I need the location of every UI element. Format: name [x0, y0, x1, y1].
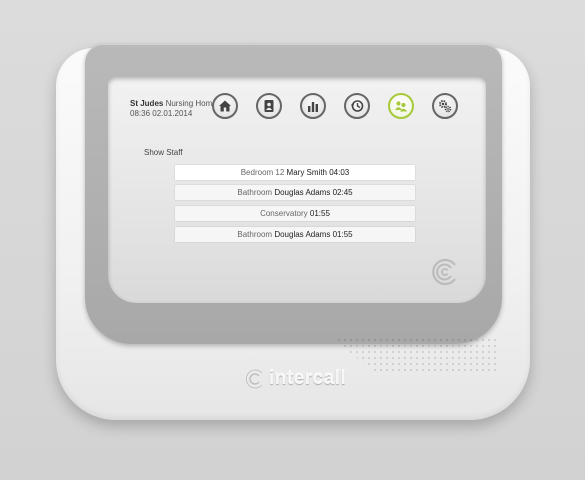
contacts-book-icon — [264, 100, 274, 112]
home-suffix: Nursing Home — [165, 99, 217, 108]
history-button[interactable] — [344, 93, 370, 119]
staff-row[interactable]: Conservatory 01:55 — [175, 206, 415, 221]
staff-row[interactable]: Bathroom Douglas Adams 01:55 — [175, 227, 415, 242]
settings-gears-icon — [439, 100, 452, 113]
reports-button[interactable] — [300, 93, 326, 119]
staff-row-time: 02:45 — [332, 188, 353, 197]
home-icon — [219, 100, 231, 112]
staff-group-icon — [395, 101, 407, 112]
intercall-logo-icon — [432, 258, 456, 286]
touch-screen: St Judes Nursing Home 08:36 02.01.2014 S… — [108, 77, 486, 303]
brand-logo: intercall — [244, 368, 346, 390]
show-staff-heading: Show Staff — [144, 148, 183, 157]
intercall-logo-icon — [245, 368, 263, 390]
bar-chart-icon — [308, 102, 318, 112]
contacts-button[interactable] — [256, 93, 282, 119]
staff-button[interactable] — [388, 93, 414, 119]
staff-row-name: Mary Smith — [286, 168, 327, 177]
history-clock-icon — [350, 100, 364, 112]
home-name: St Judes — [130, 99, 164, 108]
staff-row-time: 01:55 — [309, 209, 330, 218]
staff-row-location: Bathroom — [237, 230, 273, 239]
status-info: St Judes Nursing Home 08:36 02.01.2014 — [130, 99, 217, 119]
staff-row-name: Douglas Adams — [274, 188, 331, 197]
staff-row-name: Douglas Adams — [274, 230, 331, 239]
staff-row[interactable]: Bedroom 12 Mary Smith 04:03 — [175, 165, 415, 180]
settings-button[interactable] — [432, 93, 458, 119]
staff-row-time: 01:55 — [332, 230, 353, 239]
home-button[interactable] — [212, 93, 238, 119]
staff-row-location: Bathroom — [237, 188, 273, 197]
staff-row[interactable]: Bathroom Douglas Adams 02:45 — [175, 185, 415, 200]
time: 08:36 — [130, 109, 151, 118]
staff-row-location: Bedroom 12 — [240, 168, 285, 177]
staff-row-location: Conservatory — [260, 209, 308, 218]
date: 02.01.2014 — [152, 109, 193, 118]
brand-name: intercall — [269, 368, 347, 389]
staff-row-time: 04:03 — [329, 168, 350, 177]
